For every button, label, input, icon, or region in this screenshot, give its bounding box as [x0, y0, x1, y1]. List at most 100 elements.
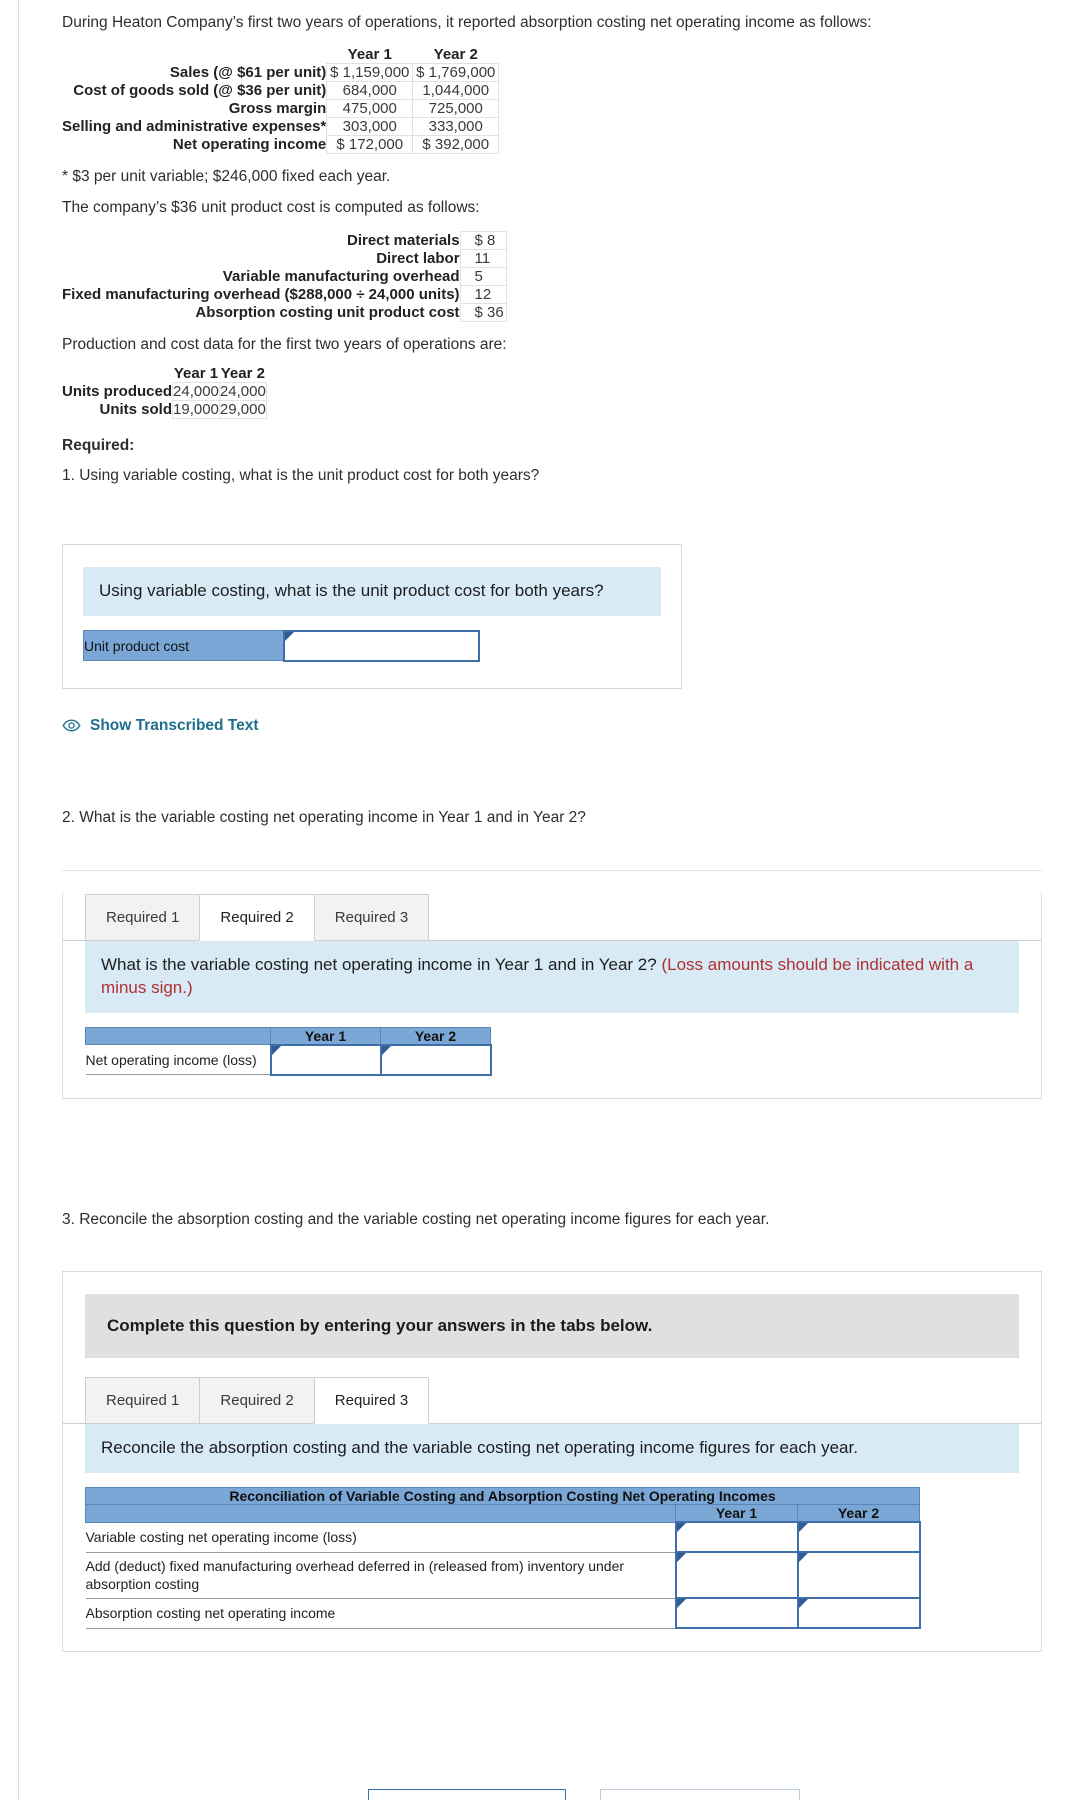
show-transcribed-text-link[interactable]: Show Transcribed Text — [62, 717, 259, 735]
requirement-1-question-text: Using variable costing, what is the unit… — [99, 580, 604, 600]
variable-costing-noi-year2-cell[interactable] — [796, 1521, 921, 1553]
row-label: Selling and administrative expenses* — [62, 118, 327, 136]
unit-product-cost-input[interactable] — [284, 631, 478, 660]
grid-title-row: Reconciliation of Variable Costing and A… — [85, 1487, 920, 1505]
previous-button-partial[interactable] — [368, 1789, 566, 1800]
absorption-costing-noi-year2-cell[interactable] — [796, 1597, 921, 1629]
tab-required-3[interactable]: Required 3 — [313, 1377, 430, 1425]
requirement-2-question-text: What is the variable costing net operati… — [101, 954, 657, 974]
grid-row-label: Unit product cost — [83, 630, 284, 662]
row-value-year1: $ 1,159,000 — [326, 63, 414, 83]
table-row: Units sold 19,000 29,000 — [62, 399, 267, 419]
requirement-2-card: Required 1 Required 2 Required 3 What is… — [62, 892, 1042, 1099]
absorption-costing-noi-year2-input[interactable] — [798, 1599, 919, 1627]
requirement-2-tabs: Required 1 Required 2 Required 3 — [63, 893, 1041, 941]
net-operating-income-year2-cell[interactable] — [379, 1043, 492, 1076]
grid-header-year2: Year 2 — [380, 1026, 491, 1046]
row-value: $ 36 — [459, 303, 507, 323]
requirement-1-question-banner: Using variable costing, what is the unit… — [83, 566, 661, 616]
variable-costing-noi-year1-cell[interactable] — [674, 1521, 799, 1553]
unit-cost-lead-text: The company’s $36 unit product cost is c… — [62, 198, 480, 216]
requirement-3-card: Complete this question by entering your … — [62, 1271, 1042, 1652]
eye-icon — [62, 719, 81, 732]
absorption-costing-noi-year1-cell[interactable] — [674, 1597, 799, 1629]
tab-required-2[interactable]: Required 2 — [199, 893, 315, 941]
table-row: Gross margin 475,000 725,000 — [62, 99, 500, 119]
row-value-year2: 29,000 — [218, 399, 267, 419]
tab-required-1[interactable]: Required 1 — [85, 1377, 201, 1425]
grid-row-label: Absorption costing net operating income — [85, 1598, 676, 1629]
row-value: $ 8 — [459, 231, 507, 251]
table-row: Net operating income $ 172,000 $ 392,000 — [62, 135, 500, 155]
section-divider — [62, 869, 1042, 871]
row-value-year2: $ 392,000 — [412, 135, 500, 155]
row-label: Direct materials — [346, 232, 460, 250]
column-header-year1: Year 1 — [347, 46, 392, 64]
tab-required-1[interactable]: Required 1 — [85, 893, 201, 941]
requirement-2-entry-grid: Year 1 Year 2 Net operating income (loss… — [85, 1026, 492, 1076]
absorption-costing-noi-year1-input[interactable] — [676, 1599, 797, 1627]
fixed-moh-deferred-year2-cell[interactable] — [796, 1551, 921, 1599]
row-value-year1: 24,000 — [172, 381, 220, 401]
grid-row: Unit product cost — [83, 629, 480, 662]
table-row: Sales (@ $61 per unit) $ 1,159,000 $ 1,7… — [62, 63, 500, 83]
row-value-year2: 1,044,000 — [412, 81, 500, 101]
corner-blank — [62, 46, 327, 64]
fixed-moh-deferred-year1-input[interactable] — [676, 1553, 797, 1597]
requirement-1-text: 1. Using variable costing, what is the u… — [62, 467, 540, 485]
bottom-button-strip — [0, 1789, 1076, 1800]
requirement-2-question-banner: What is the variable costing net operati… — [85, 940, 1019, 1013]
column-header-year2: Year 2 — [433, 46, 478, 64]
tab-required-3[interactable]: Required 3 — [313, 893, 430, 941]
row-value-year1: 475,000 — [326, 99, 414, 119]
fixed-moh-deferred-year1-cell[interactable] — [674, 1551, 799, 1599]
row-value-year1: 684,000 — [326, 81, 414, 101]
net-operating-income-year2-input[interactable] — [381, 1045, 490, 1074]
net-operating-income-year1-cell[interactable] — [269, 1043, 382, 1076]
fixed-moh-deferred-year2-input[interactable] — [798, 1553, 919, 1597]
assignment-page: During Heaton Company’s first two years … — [0, 0, 1076, 1652]
required-label: Required: — [62, 436, 135, 454]
table-row: Selling and administrative expenses* 303… — [62, 117, 500, 137]
show-transcribed-text-label: Show Transcribed Text — [90, 716, 259, 734]
row-label: Units sold — [99, 400, 173, 418]
page-left-rule — [18, 0, 19, 1800]
variable-costing-noi-year2-input[interactable] — [798, 1523, 919, 1551]
next-button-partial[interactable] — [600, 1789, 800, 1800]
unit-product-cost-entry-grid: Unit product cost — [83, 629, 480, 662]
grid-row: Add (deduct) fixed manufacturing overhea… — [85, 1551, 921, 1599]
requirement-3-question-banner: Reconcile the absorption costing and the… — [85, 1424, 1019, 1473]
row-value-year2: $ 1,769,000 — [412, 63, 500, 83]
table-row: Units produced 24,000 24,000 — [62, 381, 267, 401]
reconciliation-entry-grid: Reconciliation of Variable Costing and A… — [85, 1487, 921, 1629]
tab-required-2[interactable]: Required 2 — [199, 1377, 315, 1425]
unit-product-cost-input-cell[interactable] — [282, 629, 480, 662]
row-value: 11 — [459, 249, 507, 269]
row-value: 5 — [459, 267, 507, 287]
intro-lead-text: During Heaton Company’s first two years … — [62, 14, 872, 31]
table-row: Cost of goods sold (@ $36 per unit) 684,… — [62, 81, 500, 101]
column-header-year2: Year 2 — [220, 364, 265, 382]
footnote-text: * $3 per unit variable; $246,000 fixed e… — [62, 168, 391, 186]
table-header-row: Year 1 Year 2 — [62, 46, 499, 64]
grid-corner-blank — [85, 1026, 271, 1046]
row-value-year2: 24,000 — [218, 381, 267, 401]
grid-row-label: Variable costing net operating income (l… — [85, 1522, 676, 1553]
row-label: Sales (@ $61 per unit) — [169, 64, 327, 82]
row-value-year2: 725,000 — [412, 99, 500, 119]
row-label: Cost of goods sold (@ $36 per unit) — [73, 82, 327, 100]
requirement-3-text: 3. Reconcile the absorption costing and … — [62, 1210, 770, 1228]
net-operating-income-year1-input[interactable] — [271, 1045, 380, 1074]
requirement-2-card-body: What is the variable costing net operati… — [63, 940, 1041, 1098]
row-label: Gross margin — [228, 100, 327, 118]
unit-product-cost-table: Direct materials $ 8 Direct labor 11 Var… — [62, 231, 507, 323]
corner-blank — [62, 365, 173, 383]
grid-row: Absorption costing net operating income — [85, 1597, 921, 1629]
grid-header-year2: Year 2 — [797, 1504, 920, 1523]
absorption-income-table: Year 1 Year 2 Sales (@ $61 per unit) $ 1… — [62, 46, 500, 155]
column-header-year1: Year 1 — [173, 364, 219, 382]
variable-costing-noi-year1-input[interactable] — [676, 1523, 797, 1551]
requirement-2-text: 2. What is the variable costing net oper… — [62, 809, 586, 827]
grid-row-label: Add (deduct) fixed manufacturing overhea… — [85, 1552, 676, 1599]
table-row: Direct materials $ 8 — [62, 231, 507, 251]
